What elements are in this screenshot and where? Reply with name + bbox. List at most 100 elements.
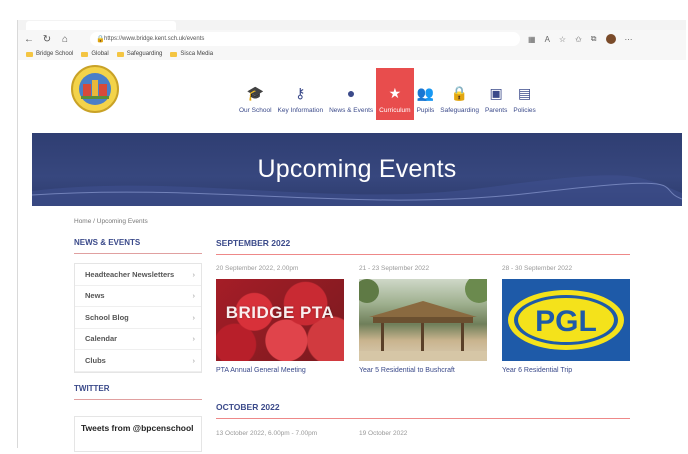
sidebar-item-label: Headteacher Newsletters	[85, 269, 175, 279]
back-icon[interactable]: ←	[22, 32, 36, 46]
id-card-icon: ▤	[517, 84, 532, 101]
bookmark-label: Global	[91, 51, 109, 57]
school-logo[interactable]	[70, 64, 120, 114]
event-title[interactable]: PTA Annual General Meeting	[216, 367, 344, 374]
menu-item-pupils[interactable]: 👥 Pupils	[414, 68, 438, 120]
address-url: https://www.bridge.kent.sch.uk/events	[104, 36, 205, 42]
menu-item-news-events[interactable]: ● News & Events	[326, 68, 376, 120]
event-date: 20 September 2022, 2.00pm	[216, 265, 299, 272]
breadcrumb[interactable]: Home / Upcoming Events	[74, 218, 148, 225]
bookmark-item[interactable]: Sisca Media	[170, 51, 213, 57]
menu-item-curriculum[interactable]: ★ Curriculum	[376, 68, 414, 120]
event-date: 21 - 23 September 2022	[359, 265, 430, 272]
event-image[interactable]: BRIDGE PTA	[216, 279, 344, 361]
event-image[interactable]	[359, 279, 487, 361]
tweets-heading: Tweets from @bpcenschool	[81, 423, 194, 433]
menu-item-label: Policies	[513, 107, 536, 114]
grid-icon[interactable]: ▦	[528, 35, 536, 44]
event-card[interactable]: 19 October 2022	[359, 430, 487, 444]
menu-item-label: Safeguarding	[440, 107, 479, 114]
event-date: 28 - 30 September 2022	[502, 265, 573, 272]
event-title[interactable]: Year 5 Residential to Bushcraft	[359, 367, 487, 374]
event-card[interactable]: 20 September 2022, 2.00pm BRIDGE PTA PTA…	[216, 265, 344, 374]
reader-icon[interactable]: A	[545, 35, 550, 44]
sidebar-nav: Headteacher Newsletters › News › School Bl…	[74, 263, 202, 373]
event-date: 13 October 2022, 6.00pm - 7.00pm	[216, 430, 318, 437]
tweets-widget[interactable]: Tweets from @bpcenschool	[74, 416, 202, 452]
chevron-right-icon: ›	[192, 291, 196, 301]
favorites-icon[interactable]: ✩	[575, 35, 582, 44]
chevron-right-icon: ›	[192, 334, 196, 344]
sidebar-item-newsletters[interactable]: Headteacher Newsletters ›	[75, 264, 201, 286]
site-header: 🎓 Our School ⚷ Key Information ● News & Event…	[18, 60, 686, 134]
page-banner: Upcoming Events	[32, 133, 682, 206]
browser-toolbar: ← ↻ ⌂ 🔒 https://www.bridge.kent.sch.uk/e…	[18, 30, 686, 48]
folder-icon	[26, 51, 33, 57]
menu-item-label: News & Events	[329, 107, 374, 114]
sidebar-item-clubs[interactable]: Clubs ›	[75, 350, 201, 372]
event-card[interactable]: 21 - 23 September 2022 Year 5 Residentia…	[359, 265, 487, 374]
folder-icon	[116, 51, 124, 57]
bookmark-label: Bridge School	[36, 51, 74, 57]
bookmark-item[interactable]: Bridge School	[26, 51, 73, 57]
twitter-title: TWITTER	[74, 384, 202, 400]
profile-avatar[interactable]	[605, 34, 616, 44]
event-date: 19 October 2022	[359, 430, 408, 437]
chevron-right-icon: ›	[192, 355, 196, 365]
sidebar-item-label: School Blog	[85, 312, 129, 322]
browser-tab[interactable]	[26, 21, 176, 30]
pgl-logo: PGL	[508, 290, 624, 350]
pgl-logo-text: PGL	[535, 305, 597, 338]
menu-item-label: Parents	[484, 107, 508, 114]
menu-item-our-school[interactable]: 🎓 Our School	[236, 68, 275, 120]
image-text: BRIDGE PTA	[225, 303, 335, 322]
event-title[interactable]: Year 6 Residential Trip	[502, 367, 630, 374]
bookmarks-bar: Bridge School Global Safeguarding Sisca …	[18, 48, 686, 60]
month-heading: OCTOBER 2022	[216, 402, 630, 419]
sidebar-item-blog[interactable]: School Blog ›	[75, 307, 201, 329]
more-icon[interactable]: ⋯	[625, 35, 633, 44]
main-menu: 🎓 Our School ⚷ Key Information ● News & Event…	[236, 68, 539, 120]
bushcraft-shelter-image	[359, 279, 487, 361]
users-icon: 👥	[416, 84, 435, 101]
sidebar-item-calendar[interactable]: Calendar ›	[75, 329, 201, 350]
month-heading: SEPTEMBER 2022	[216, 238, 630, 255]
sidebar-item-news[interactable]: News ›	[75, 286, 201, 307]
event-card[interactable]: 13 October 2022, 6.00pm - 7.00pm	[216, 430, 344, 444]
menu-item-label: Our School	[239, 107, 272, 114]
key-icon: ⚷	[295, 84, 306, 101]
home-icon[interactable]: ⌂	[58, 32, 72, 46]
folder-icon	[170, 51, 178, 57]
sidebar-item-label: News	[85, 291, 105, 301]
bookmark-label: Sisca Media	[180, 51, 214, 57]
sidebar-item-label: Clubs	[85, 355, 106, 365]
menu-item-label: Pupils	[416, 107, 435, 114]
bookmark-label: Safeguarding	[126, 51, 163, 57]
event-image[interactable]: PGL	[502, 279, 630, 361]
menu-item-label: Curriculum	[379, 107, 411, 114]
lock-icon: 🔒	[450, 84, 469, 101]
bookmark-item[interactable]: Safeguarding	[116, 51, 163, 57]
screenshot: ← ↻ ⌂ 🔒 https://www.bridge.kent.sch.uk/e…	[0, 0, 688, 454]
address-bar[interactable]: 🔒 https://www.bridge.kent.sch.uk/events	[90, 32, 520, 46]
sidebar-item-label: Calendar	[85, 334, 118, 344]
collections-icon[interactable]: ⧉	[591, 34, 597, 44]
menu-item-parents[interactable]: ▣ Parents	[482, 68, 510, 120]
favorite-icon[interactable]: ☆	[559, 35, 566, 44]
toolbar-actions: ▦ A ☆ ✩ ⧉ ⋯	[528, 32, 633, 46]
chevron-right-icon: ›	[192, 269, 196, 279]
lock-icon: 🔒	[96, 36, 105, 43]
tab-strip	[18, 20, 686, 30]
browser-window: ← ↻ ⌂ 🔒 https://www.bridge.kent.sch.uk/e…	[17, 20, 686, 452]
menu-item-safeguarding[interactable]: 🔒 Safeguarding	[437, 68, 482, 120]
folder-icon	[81, 51, 89, 57]
graduation-cap-icon: 🎓	[246, 84, 264, 101]
refresh-icon[interactable]: ↻	[40, 32, 54, 46]
menu-item-key-information[interactable]: ⚷ Key Information	[275, 68, 327, 120]
menu-item-policies[interactable]: ▤ Policies	[510, 68, 538, 120]
sidebar-title: NEWS & EVENTS	[74, 238, 202, 254]
star-icon: ★	[388, 84, 402, 101]
event-card[interactable]: 28 - 30 September 2022 PGL Year 6 Reside…	[502, 265, 630, 374]
bookmark-item[interactable]: Global	[81, 51, 109, 57]
calendar-icon: ▣	[489, 84, 503, 101]
